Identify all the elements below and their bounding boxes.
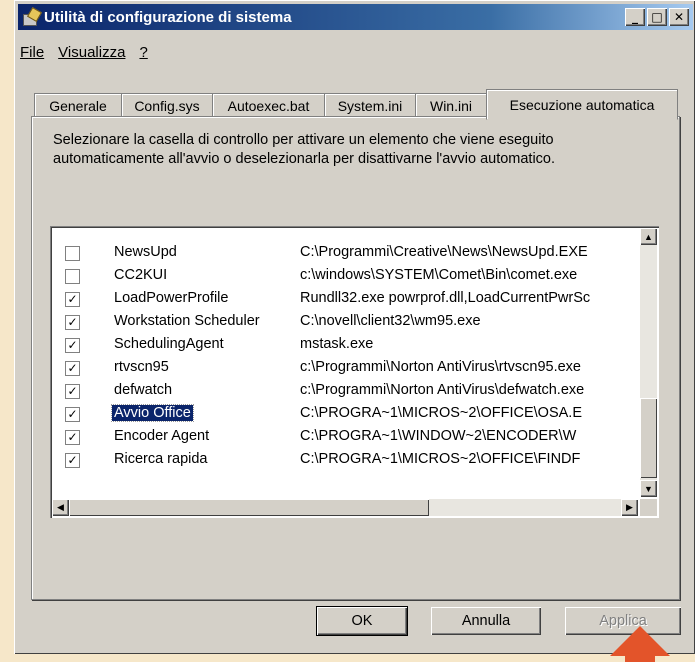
startup-row[interactable]: ✓ Encoder Agent C:\PROGRA~1\WINDOW~2\ENC… <box>52 426 638 448</box>
window-title: Utilità di configurazione di sistema <box>44 8 292 26</box>
startup-checkbox[interactable]: ✓ <box>65 384 80 399</box>
panel-description: Selezionare la casella di controllo per … <box>53 132 556 167</box>
maximize-button[interactable]: □ <box>647 8 667 26</box>
startup-checkbox[interactable]: ✓ <box>65 292 80 307</box>
startup-path: Rundll32.exe powrprof.dll,LoadCurrentPwr… <box>300 290 591 306</box>
scroll-corner <box>640 499 657 516</box>
close-button[interactable]: ✕ <box>669 8 689 26</box>
startup-row[interactable]: ✓ Workstation Scheduler C:\novell\client… <box>52 311 638 333</box>
startup-name: Ricerca rapida <box>114 451 208 467</box>
startup-list[interactable]: NewsUpd C:\Programmi\Creative\News\NewsU… <box>50 226 659 518</box>
tab-autoexec-bat[interactable]: Autoexec.bat <box>212 93 325 118</box>
startup-path: c:\windows\SYSTEM\Comet\Bin\comet.exe <box>300 267 578 283</box>
tab-generale[interactable]: Generale <box>34 93 122 118</box>
menu-file[interactable]: File <box>20 44 44 61</box>
minimize-button[interactable]: _ <box>625 8 645 26</box>
startup-name: CC2KUI <box>114 267 168 283</box>
scroll-down-icon[interactable]: ▼ <box>640 480 657 497</box>
horizontal-scrollbar[interactable]: ◀ ▶ <box>52 499 638 516</box>
tab-config-sys[interactable]: Config.sys <box>121 93 213 118</box>
menu-visualizza[interactable]: Visualizza <box>58 44 125 61</box>
startup-row[interactable]: ✓ Ricerca rapida C:\PROGRA~1\MICROS~2\OF… <box>52 449 638 471</box>
startup-path: C:\Programmi\Creative\News\NewsUpd.EXE <box>300 244 588 260</box>
startup-row[interactable]: NewsUpd C:\Programmi\Creative\News\NewsU… <box>52 242 638 264</box>
startup-checkbox[interactable]: ✓ <box>65 338 80 353</box>
startup-row-selected[interactable]: ✓ Avvio Office C:\PROGRA~1\MICROS~2\OFFI… <box>52 403 638 425</box>
system-config-icon <box>22 6 43 26</box>
startup-checkbox[interactable]: ✓ <box>65 430 80 445</box>
startup-name: Avvio Office <box>111 404 194 422</box>
vertical-scrollbar[interactable]: ▲ ▼ <box>640 228 657 497</box>
startup-path: c:\Programmi\Norton AntiVirus\defwatch.e… <box>300 382 585 398</box>
startup-name: NewsUpd <box>114 244 177 260</box>
startup-path: C:\PROGRA~1\MICROS~2\OFFICE\FINDF <box>300 451 581 467</box>
startup-path: c:\Programmi\Norton AntiVirus\rtvscn95.e… <box>300 359 581 375</box>
startup-path: C:\novell\client32\wm95.exe <box>300 313 481 329</box>
startup-row[interactable]: ✓ LoadPowerProfile Rundll32.exe powrprof… <box>52 288 638 310</box>
startup-row[interactable]: ✓ rtvscn95 c:\Programmi\Norton AntiVirus… <box>52 357 638 379</box>
scroll-right-icon[interactable]: ▶ <box>621 499 638 516</box>
startup-row[interactable]: CC2KUI c:\windows\SYSTEM\Comet\Bin\comet… <box>52 265 638 287</box>
scroll-left-icon[interactable]: ◀ <box>52 499 69 516</box>
startup-path: C:\PROGRA~1\MICROS~2\OFFICE\OSA.E <box>300 405 583 421</box>
startup-name: LoadPowerProfile <box>114 290 229 306</box>
tab-esecuzione-automatica[interactable]: Esecuzione automatica <box>486 89 678 120</box>
scroll-up-icon[interactable]: ▲ <box>640 228 657 245</box>
horizontal-scroll-thumb[interactable] <box>69 499 429 516</box>
menu-help[interactable]: ? <box>139 44 147 61</box>
cancel-button[interactable]: Annulla <box>431 607 541 635</box>
startup-checkbox[interactable]: ✓ <box>65 361 80 376</box>
startup-checkbox[interactable]: ✓ <box>65 315 80 330</box>
vertical-scroll-thumb[interactable] <box>640 398 657 478</box>
tab-system-ini[interactable]: System.ini <box>324 93 416 118</box>
ok-button[interactable]: OK <box>317 607 407 635</box>
startup-name: SchedulingAgent <box>114 336 224 352</box>
startup-path: C:\PROGRA~1\WINDOW~2\ENCODER\W <box>300 428 577 444</box>
system-config-window: Utilità di configurazione di sistema _ □… <box>14 0 695 654</box>
tab-win-ini[interactable]: Win.ini <box>415 93 487 118</box>
startup-path: mstask.exe <box>300 336 374 352</box>
startup-name: Encoder Agent <box>114 428 210 444</box>
menu-bar: File Visualizza ? <box>20 44 148 61</box>
startup-row[interactable]: ✓ SchedulingAgent mstask.exe <box>52 334 638 356</box>
startup-name: rtvscn95 <box>114 359 169 375</box>
startup-checkbox[interactable] <box>65 246 80 261</box>
startup-checkbox[interactable]: ✓ <box>65 453 80 468</box>
startup-panel: Selezionare la casella di controllo per … <box>31 116 680 600</box>
startup-row[interactable]: ✓ defwatch c:\Programmi\Norton AntiVirus… <box>52 380 638 402</box>
startup-checkbox[interactable]: ✓ <box>65 407 80 422</box>
title-bar[interactable]: Utilità di configurazione di sistema _ □… <box>18 4 693 30</box>
startup-checkbox[interactable] <box>65 269 80 284</box>
startup-name: Workstation Scheduler <box>114 313 260 329</box>
startup-name: defwatch <box>114 382 173 398</box>
